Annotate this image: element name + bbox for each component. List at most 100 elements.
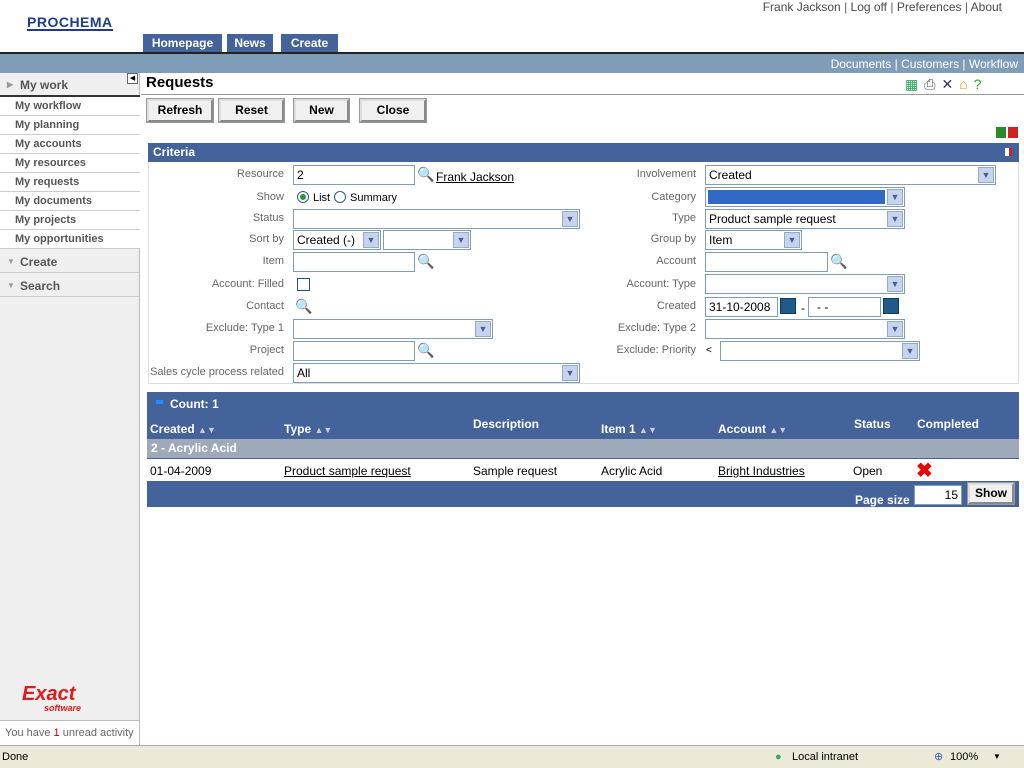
lookup-icon[interactable]: 🔍 <box>830 252 848 270</box>
help-icon[interactable]: ? <box>974 76 988 92</box>
exclude-type2-select[interactable]: ▼ <box>705 319 905 339</box>
unread-activity[interactable]: You have 1 unread activity <box>0 720 140 745</box>
table-row <box>147 459 1019 481</box>
sidebar-item-my-planning[interactable]: My planning <box>0 116 140 135</box>
sidebar-item-my-documents[interactable]: My documents <box>0 192 140 211</box>
project-input[interactable] <box>293 341 415 361</box>
sidebar-item-my-accounts[interactable]: My accounts <box>0 135 140 154</box>
created-from-input[interactable]: 31-10-2008 <box>705 297 778 317</box>
zoom-level[interactable]: 100% <box>950 746 978 768</box>
account-type-label: Account: Type <box>626 278 696 290</box>
lookup-icon[interactable]: 🔍 <box>295 297 313 315</box>
resource-name-link[interactable]: Frank Jackson <box>436 170 514 184</box>
sort-icon[interactable]: ▲▼ <box>639 425 657 435</box>
contact-label: Contact <box>246 300 284 312</box>
show-summary-radio[interactable] <box>334 191 346 203</box>
sidebar-create[interactable]: ▼ Create <box>0 251 140 273</box>
documents-link[interactable]: Documents <box>831 57 892 71</box>
category-select[interactable]: ▼ <box>705 187 905 207</box>
created-to-input[interactable]: - - <box>808 297 881 317</box>
account-label: Account <box>656 255 696 267</box>
account-type-select[interactable]: ▼ <box>705 274 905 294</box>
account-input[interactable] <box>705 252 828 272</box>
tab-create[interactable]: Create <box>281 34 338 52</box>
sidebar-item-my-workflow[interactable]: My workflow <box>0 97 140 116</box>
close-button[interactable]: Close <box>359 98 427 123</box>
lookup-icon[interactable]: 🔍 <box>417 341 435 359</box>
lookup-icon[interactable]: 🔍 <box>417 165 435 183</box>
refresh-button[interactable]: Refresh <box>146 98 214 123</box>
item-label: Item <box>262 255 284 267</box>
sort-icon[interactable]: ▲▼ <box>314 425 332 435</box>
exclude-type1-select[interactable]: ▼ <box>293 319 493 339</box>
cell-account-link[interactable]: Bright Industries <box>718 464 805 478</box>
col-created[interactable]: Created ▲▼ <box>150 422 216 436</box>
customers-link[interactable]: Customers <box>901 57 959 71</box>
print-icon[interactable]: ⎙ <box>924 76 941 92</box>
divider <box>141 94 1024 95</box>
sort-icon[interactable]: ▲▼ <box>198 425 216 435</box>
sortby2-select[interactable]: ▼ <box>383 230 471 250</box>
sort-icon[interactable]: ▲▼ <box>769 425 787 435</box>
col-account[interactable]: Account ▲▼ <box>718 422 787 436</box>
sortby-select[interactable]: Created (-) ▼ <box>293 230 381 250</box>
workflow-link[interactable]: Workflow <box>969 57 1018 71</box>
groupby-label: Group by <box>650 233 696 245</box>
tab-homepage[interactable]: Homepage <box>143 34 222 52</box>
criteria-header[interactable]: Criteria <box>148 143 1019 162</box>
status-bar: Done ● Local intranet ⊕ 100% ▼ <box>0 745 1024 768</box>
project-label: Project <box>249 344 284 356</box>
groupby-select[interactable]: Item ▼ <box>705 230 802 250</box>
show-button[interactable]: Show <box>967 482 1015 505</box>
new-button[interactable]: New <box>293 98 350 123</box>
excel-icon[interactable]: ▦ <box>905 76 924 92</box>
lookup-icon[interactable]: 🔍 <box>417 252 435 270</box>
prochema-logo: PROCHEMA <box>27 14 113 31</box>
chevron-down-icon: ▼ <box>902 343 918 359</box>
criteria-toggle-icon[interactable] <box>1005 148 1012 156</box>
tab-news[interactable]: News <box>227 34 273 52</box>
sales-cycle-select[interactable]: All ▼ <box>293 363 580 383</box>
col-item[interactable]: Item 1 ▲▼ <box>601 422 657 436</box>
resource-input[interactable]: 2 <box>293 165 415 185</box>
sidebar-my-work[interactable]: ▶ My work <box>0 74 140 97</box>
user-link[interactable]: Frank Jackson <box>763 0 841 14</box>
sidebar-item-my-projects[interactable]: My projects <box>0 211 140 230</box>
account-filled-checkbox[interactable] <box>297 278 310 291</box>
expand-icon[interactable] <box>996 127 1006 138</box>
collapse-sidebar-icon[interactable]: ◀ <box>127 73 138 84</box>
calendar-icon[interactable] <box>883 298 899 314</box>
col-type[interactable]: Type ▲▼ <box>284 422 332 436</box>
logoff-link[interactable]: Log off <box>851 0 887 14</box>
sortby-label: Sort by <box>249 233 284 245</box>
top-links: Frank Jackson | Log off | Preferences | … <box>762 0 1002 14</box>
favorite-icon[interactable]: ⌂ <box>959 76 973 92</box>
sidebar-item-my-opportunities[interactable]: My opportunities <box>0 230 140 249</box>
calendar-icon[interactable] <box>780 298 796 314</box>
zoom-icon: ⊕ <box>934 751 944 763</box>
sidebar-item-my-requests[interactable]: My requests <box>0 173 140 192</box>
type-select[interactable]: Product sample request ▼ <box>705 209 905 229</box>
sales-cycle-label: Sales cycle process related <box>150 366 284 378</box>
preferences-link[interactable]: Preferences <box>897 0 962 14</box>
collapse-icon[interactable] <box>1008 127 1018 138</box>
page-size-input[interactable]: 15 <box>914 485 962 505</box>
triangle-right-icon: ▶ <box>7 80 14 89</box>
exclude-priority-select[interactable]: ▼ <box>720 341 920 361</box>
reset-button[interactable]: Reset <box>218 98 285 123</box>
status-select[interactable]: ▼ <box>293 209 580 229</box>
sidebar-item-my-resources[interactable]: My resources <box>0 154 140 173</box>
cell-type-link[interactable]: Product sample request <box>284 464 411 478</box>
tools-icon[interactable]: ✕ <box>941 76 959 92</box>
item-input[interactable] <box>293 252 415 272</box>
exclude-type1-label: Exclude: Type 1 <box>205 322 284 334</box>
zoom-dropdown-icon[interactable]: ▼ <box>993 746 1001 768</box>
show-list-radio[interactable] <box>297 191 309 203</box>
group-row[interactable]: 2 - Acrylic Acid <box>147 439 1019 458</box>
sidebar-search[interactable]: ▼ Search <box>0 275 140 297</box>
page-title: Requests <box>146 74 214 91</box>
involvement-select[interactable]: Created ▼ <box>705 165 996 185</box>
about-link[interactable]: About <box>971 0 1002 14</box>
collapse-icon[interactable] <box>156 400 163 404</box>
date-separator: - <box>801 301 805 315</box>
